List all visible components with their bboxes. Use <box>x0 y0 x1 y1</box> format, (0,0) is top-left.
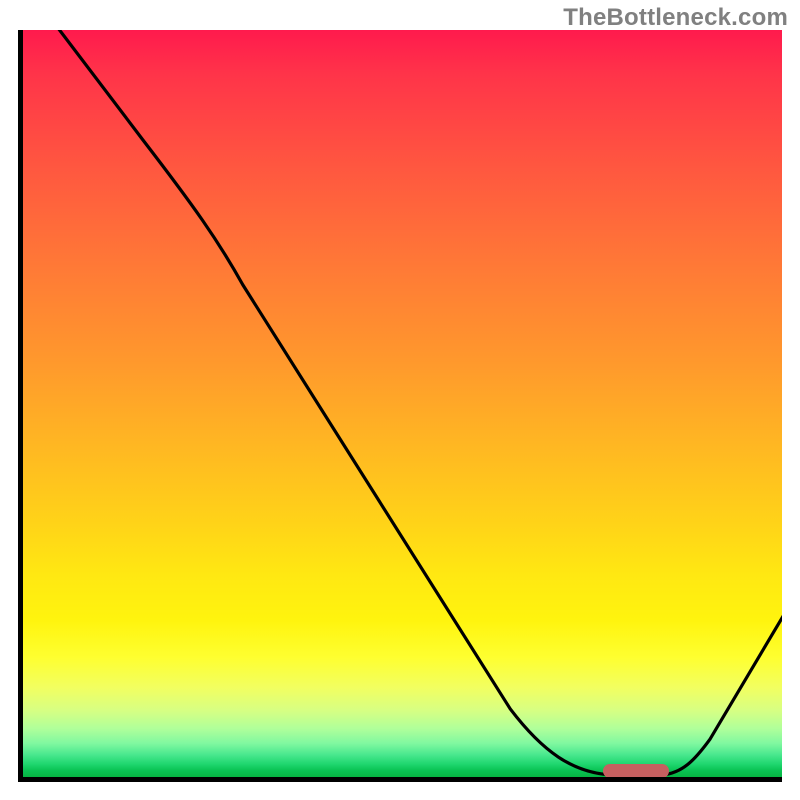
bottleneck-curve <box>23 30 782 777</box>
chart-container: TheBottleneck.com <box>0 0 800 800</box>
plot-area <box>18 30 782 782</box>
curve-path <box>55 30 782 775</box>
watermark-label: TheBottleneck.com <box>563 4 788 32</box>
optimum-marker <box>603 764 669 778</box>
